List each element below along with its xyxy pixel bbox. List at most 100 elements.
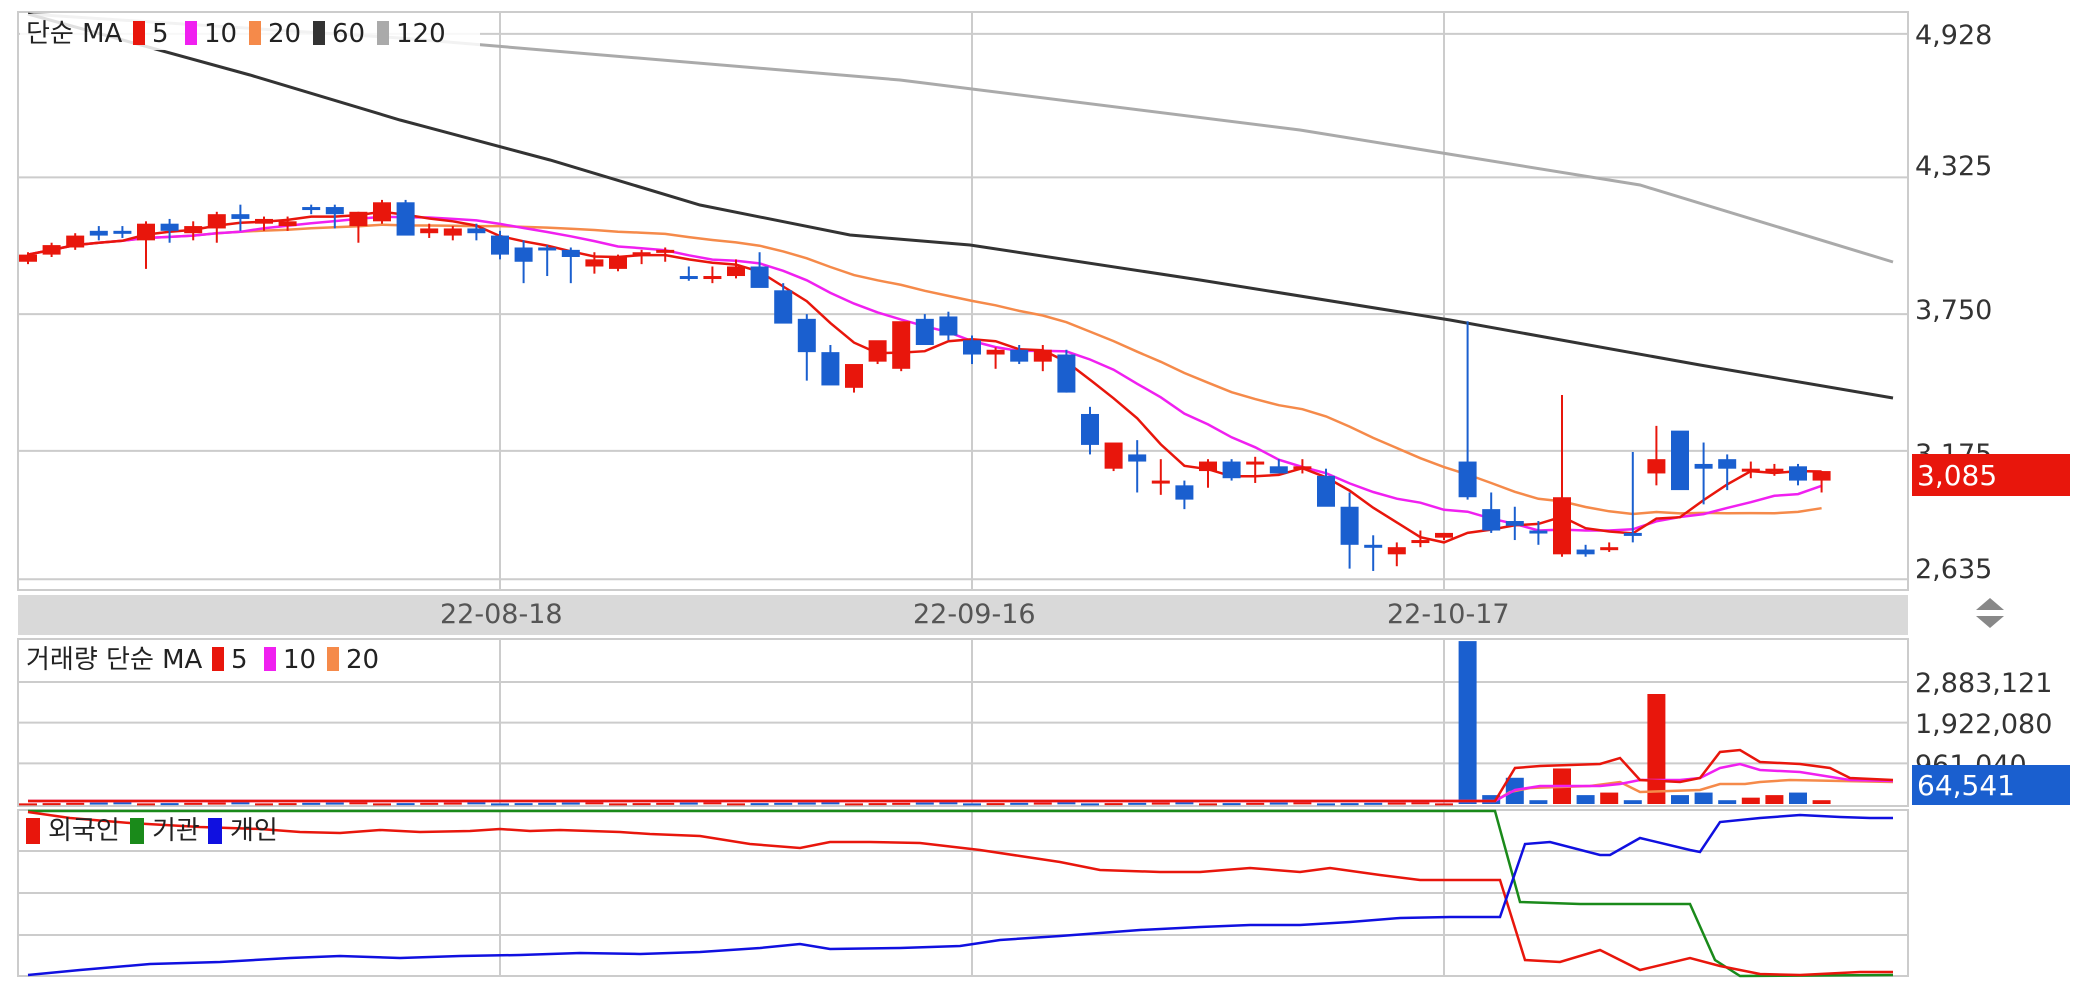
volume-bar — [1364, 802, 1383, 805]
candle-down — [1269, 466, 1288, 474]
volume-bar — [420, 802, 439, 805]
volume-bar — [1081, 803, 1099, 806]
candle-down — [821, 352, 840, 386]
candle-up — [1387, 547, 1406, 555]
candle-up — [1033, 349, 1052, 362]
volume-bar — [1789, 792, 1807, 804]
volume-bar — [325, 802, 344, 805]
candle-down — [1128, 454, 1147, 462]
volume-bar — [1694, 792, 1713, 804]
up-down-arrows-icon[interactable] — [1976, 598, 2004, 628]
candle-up — [1104, 442, 1123, 469]
candle-up — [1647, 459, 1666, 474]
legend-swatch — [327, 647, 339, 671]
candle-down — [113, 230, 132, 234]
volume-bar — [845, 803, 863, 806]
volume-bar — [656, 802, 675, 805]
volume-bar — [396, 803, 415, 806]
candle-down — [915, 318, 934, 346]
volume-bar — [207, 802, 226, 805]
volume-bar — [1576, 795, 1595, 804]
volume-bar — [1647, 694, 1666, 804]
candle-up — [1553, 497, 1571, 555]
volume-bar — [1151, 802, 1170, 805]
candle-up — [609, 256, 627, 269]
price-panel[interactable] — [17, 11, 1909, 591]
legend-label: 기관 — [152, 816, 200, 846]
legend-label: 5 — [231, 645, 248, 675]
volume-bar — [774, 802, 793, 805]
candle-up — [19, 254, 37, 262]
candle-down — [1317, 475, 1335, 507]
candle-up — [184, 226, 203, 234]
volume-tick-label: 1,922,080 — [1915, 709, 2052, 740]
current-price-label: 3,085 — [1917, 459, 1997, 492]
candle-down — [1694, 463, 1713, 469]
candle-down — [1505, 521, 1524, 526]
date-label: 22-09-16 — [913, 599, 1036, 630]
volume-bar — [1293, 802, 1312, 805]
price-tick-label: 4,325 — [1915, 151, 1992, 182]
candle-up — [868, 340, 887, 362]
candle-down — [1482, 509, 1501, 531]
volume-bar — [19, 803, 37, 806]
candle-down — [1364, 544, 1383, 548]
volume-bar — [113, 802, 132, 805]
volume-bar — [1458, 641, 1477, 804]
legend-swatch — [313, 21, 325, 45]
volume-bar — [1387, 802, 1406, 805]
volume-bar — [1435, 803, 1453, 806]
legend-swatch — [26, 818, 40, 844]
candle-down — [1623, 532, 1642, 536]
volume-bar — [1411, 802, 1430, 805]
legend-label: 5 — [152, 19, 169, 49]
volume-bar — [585, 802, 604, 805]
candle-up — [703, 276, 722, 280]
legend-label: 10 — [204, 19, 237, 49]
candle-down — [231, 214, 250, 219]
candle-up — [656, 249, 675, 253]
candle-down — [302, 207, 321, 211]
volume-bar — [1104, 803, 1123, 806]
volume-bar — [797, 802, 816, 805]
legend-label: 20 — [268, 19, 301, 49]
candle-up — [892, 321, 911, 369]
volume-bar — [892, 802, 911, 805]
candle-up — [349, 211, 368, 227]
stock-chart[interactable]: 4,928 4,325 3,750 3,175 2,635 3,085 22-0… — [0, 0, 2073, 996]
candle-down — [750, 266, 769, 288]
volume-bar — [609, 803, 627, 806]
candle-down — [514, 247, 533, 262]
price-tick-label: 4,928 — [1915, 20, 1992, 51]
legend-label: 외국인 — [48, 816, 120, 846]
legend-title: 거래량 단순 MA — [26, 645, 203, 675]
volume-bar — [915, 802, 934, 805]
candle-down — [939, 316, 958, 336]
candle-down — [1057, 354, 1076, 393]
volume-bar — [255, 803, 273, 806]
volume-bar — [1340, 803, 1359, 806]
candle-up — [1151, 480, 1170, 484]
volume-bar — [561, 802, 580, 805]
volume-bar — [1529, 800, 1548, 804]
volume-bar — [939, 802, 958, 805]
volume-bar — [66, 802, 85, 805]
volume-bar — [467, 802, 486, 805]
volume-bar — [1033, 802, 1052, 805]
candle-down — [1529, 530, 1548, 534]
legend-swatch — [133, 21, 145, 45]
candle-up — [1199, 461, 1217, 472]
candle-down — [1718, 459, 1737, 469]
legend-label: 10 — [283, 645, 316, 675]
candle-up — [443, 228, 462, 236]
candle-down — [1010, 349, 1029, 362]
price-legend: 단순 MA 5 10 20 60 120 — [20, 14, 480, 50]
volume-bar — [89, 802, 108, 805]
volume-bar — [1623, 800, 1642, 804]
legend-swatch — [249, 21, 261, 45]
candle-up — [278, 221, 297, 227]
candle-up — [373, 202, 391, 222]
volume-bar — [1765, 795, 1784, 804]
legend-swatch — [212, 647, 224, 671]
price-tick-label: 2,635 — [1915, 554, 1992, 585]
